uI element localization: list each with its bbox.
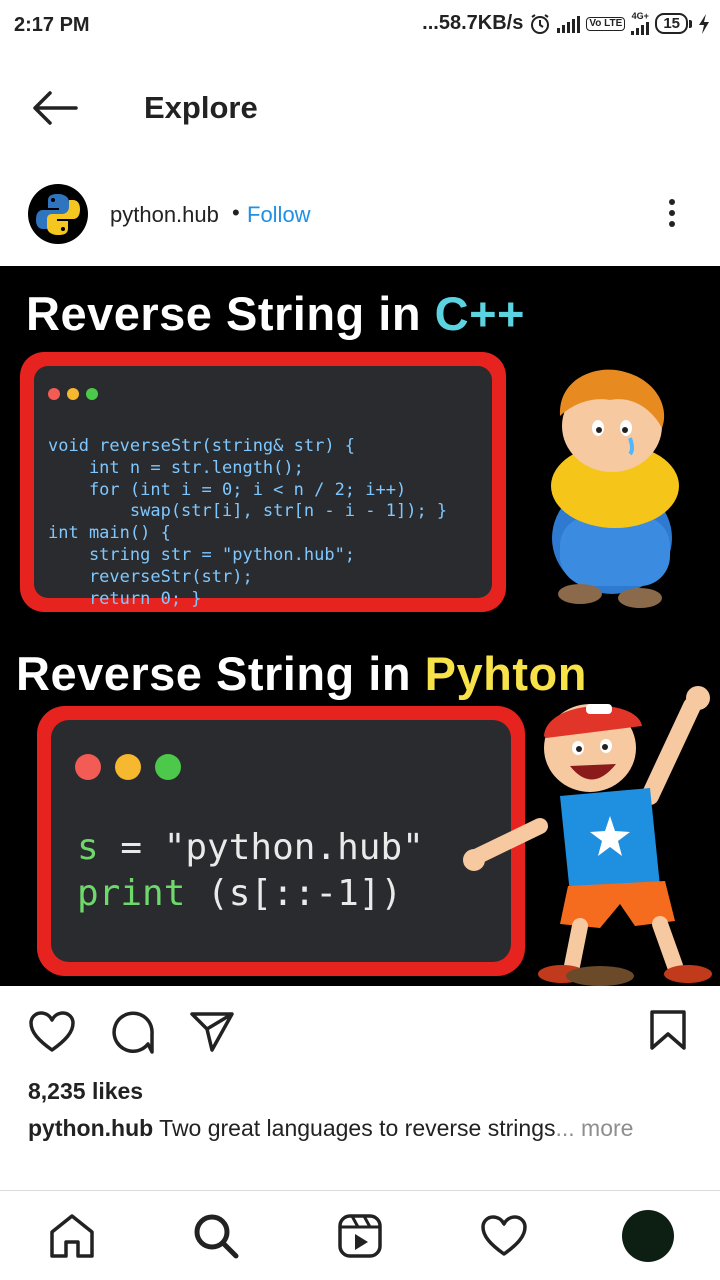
clock: 2:17 PM: [14, 14, 90, 36]
bottom-navigation: [0, 1192, 720, 1280]
activity-heart-icon[interactable]: [480, 1214, 528, 1258]
account-avatar[interactable]: [28, 184, 88, 244]
share-send-icon[interactable]: [188, 1010, 236, 1054]
caption-more-link[interactable]: ... more: [556, 1115, 634, 1141]
charging-icon: [699, 13, 709, 34]
network-type: 4G+: [631, 11, 649, 21]
search-icon[interactable]: [192, 1212, 240, 1260]
status-icons: ...58.7KB/s Vo LTE 4G+ 15: [422, 12, 710, 35]
post-caption: python.hub Two great languages to revers…: [28, 1115, 633, 1142]
caption-username[interactable]: python.hub: [28, 1115, 153, 1141]
home-icon[interactable]: [48, 1212, 96, 1260]
python-code: s = "python.hub" print (s[::-1]): [77, 827, 424, 914]
signal-icon-2: 4G+: [631, 11, 650, 35]
window-dots: [75, 754, 181, 780]
post-image[interactable]: Reverse String in C++ void reverseStr(st…: [0, 266, 720, 986]
python-code-card: s = "python.hub" print (s[::-1]): [37, 706, 525, 976]
username[interactable]: python.hub: [110, 202, 219, 228]
status-bar: 2:17 PM ...58.7KB/s Vo LTE 4G+ 15: [0, 0, 720, 52]
reels-icon[interactable]: [336, 1212, 384, 1260]
happy-boy-illustration: [463, 686, 712, 986]
divider: [0, 1190, 720, 1191]
more-options-icon[interactable]: [660, 195, 684, 235]
cpp-code: void reverseStr(string& str) { int n = s…: [48, 436, 448, 609]
cpp-code-card: void reverseStr(string& str) { int n = s…: [20, 352, 506, 612]
back-arrow-icon[interactable]: [30, 88, 80, 128]
profile-avatar[interactable]: [622, 1210, 674, 1262]
caption-text: Two great languages to reverse strings: [153, 1115, 556, 1141]
python-logo-icon: [36, 194, 80, 235]
battery-level: 15: [655, 13, 688, 34]
bookmark-icon[interactable]: [648, 1008, 688, 1052]
separator-dot: •: [232, 200, 240, 225]
network-speed: ...58.7KB/s: [422, 12, 524, 34]
like-heart-icon[interactable]: [28, 1010, 76, 1054]
signal-icon-1: [557, 15, 581, 33]
comment-icon[interactable]: [108, 1008, 156, 1056]
top-bar: Explore: [0, 70, 720, 150]
likes-count[interactable]: 8,235 likes: [28, 1078, 143, 1105]
sad-boy-illustration: [551, 369, 679, 608]
post-header: python.hub • Follow: [0, 180, 720, 250]
follow-button[interactable]: Follow: [247, 202, 311, 228]
battery-icon: 15: [655, 13, 692, 34]
post-actions: [0, 998, 720, 1068]
page-title: Explore: [144, 90, 258, 125]
image-heading-cpp: Reverse String in C++: [26, 287, 525, 340]
volte-badge: Vo LTE: [586, 16, 626, 31]
window-dots: [48, 388, 98, 400]
alarm-icon: [531, 13, 550, 34]
